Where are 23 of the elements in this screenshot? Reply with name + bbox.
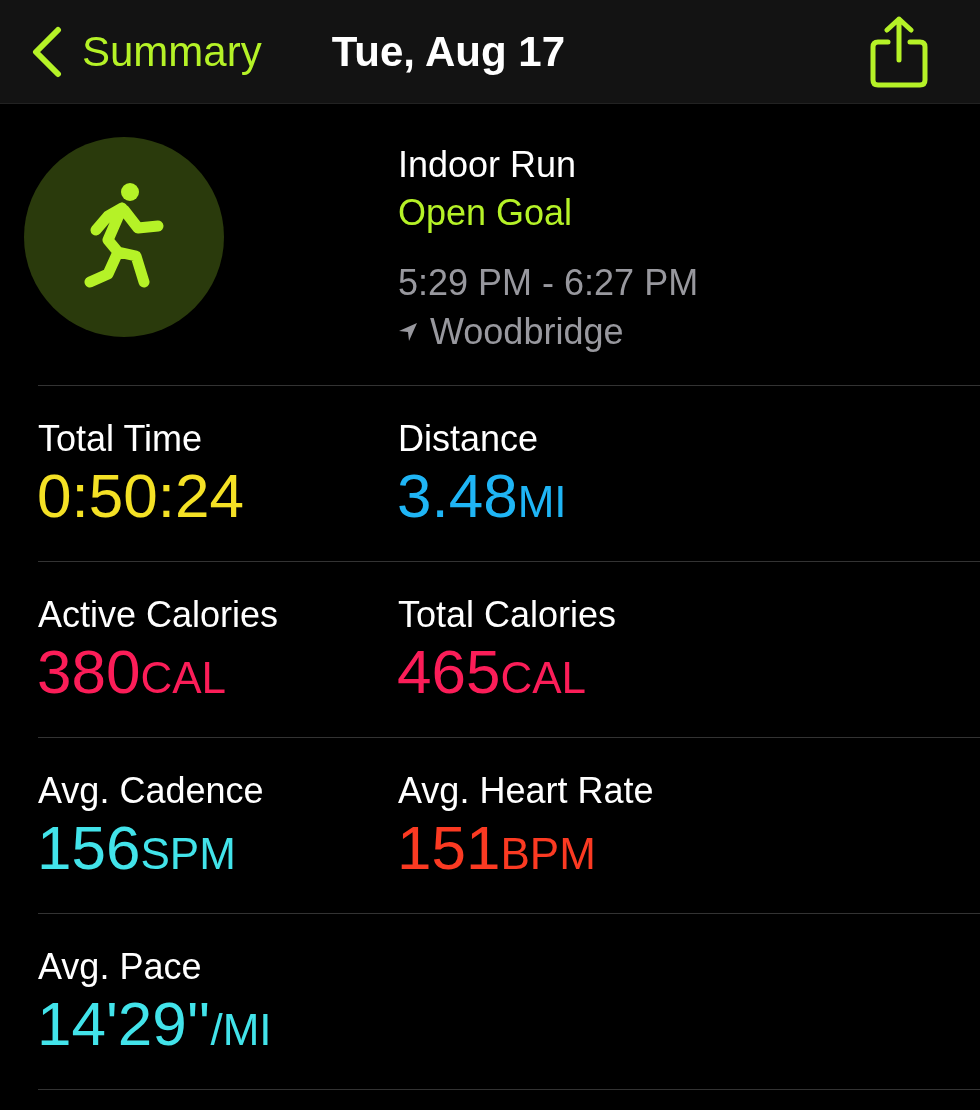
chevron-icon (30, 25, 64, 78)
metric-value: 3.48MI (397, 462, 567, 532)
workout-type: Indoor Run (398, 143, 577, 187)
metric-label: Active Calories (38, 593, 279, 637)
metric-value: 156SPM (37, 814, 236, 884)
share-icon[interactable] (870, 15, 928, 88)
metric-value: 14'29''/MI (37, 990, 272, 1060)
location-arrow-icon (398, 322, 418, 342)
metric-value: 380CAL (37, 638, 227, 708)
metric-value: 151BPM (397, 814, 596, 884)
metric-label: Total Time (38, 417, 203, 461)
metric-value: 0:50:24 (37, 462, 244, 530)
metric-label: Avg. Cadence (38, 769, 264, 813)
goal-label: Open Goal (398, 191, 573, 235)
metric-label: Avg. Heart Rate (398, 769, 654, 813)
metric-label: Total Calories (398, 593, 617, 637)
metric-value: 465CAL (397, 638, 587, 708)
metric-label: Avg. Pace (38, 945, 202, 989)
metric-label: Distance (398, 417, 539, 461)
screen-title: Tue, Aug 17 (331, 27, 567, 76)
time-range: 5:29 PM - 6:27 PM (398, 261, 699, 305)
back-button[interactable]: Summary (30, 25, 262, 78)
location-name: Woodbridge (430, 310, 624, 354)
